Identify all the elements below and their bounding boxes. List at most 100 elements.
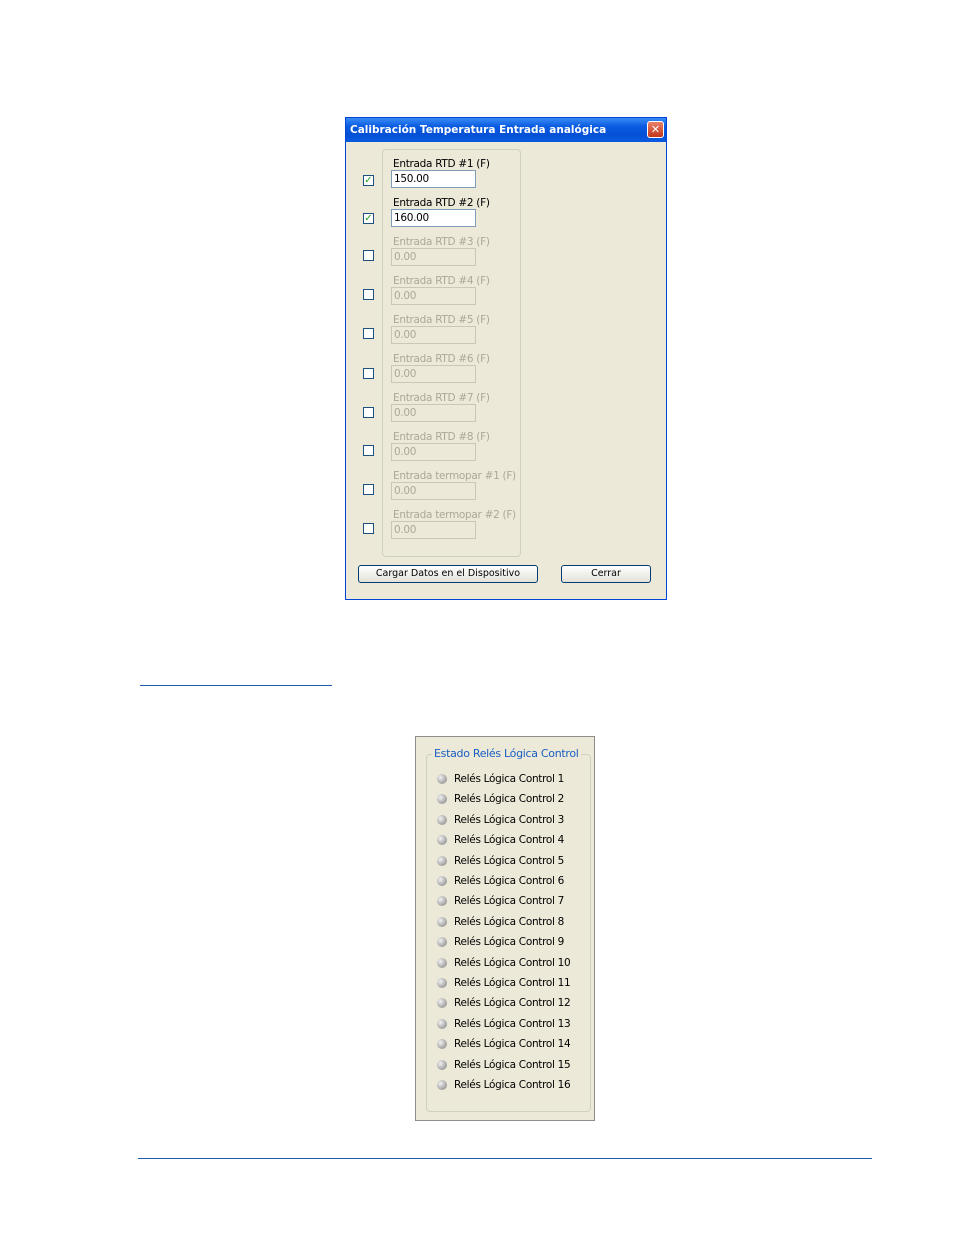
- dialog-titlebar[interactable]: Calibración Temperatura Entrada analógic…: [346, 118, 666, 142]
- enable-checkbox[interactable]: [363, 250, 374, 261]
- value-input: 0.00: [391, 248, 476, 266]
- value-input: 0.00: [391, 287, 476, 305]
- relay-item: Relés Lógica Control 7: [416, 894, 594, 912]
- enable-checkbox[interactable]: ✓: [363, 175, 374, 186]
- input-row: Entrada RTD #8 (F)0.00: [346, 431, 666, 470]
- input-row: Entrada RTD #5 (F)0.00: [346, 314, 666, 353]
- relay-item: Relés Lógica Control 13: [416, 1017, 594, 1035]
- footer-rule: [138, 1158, 872, 1159]
- close-button[interactable]: Cerrar: [561, 565, 651, 583]
- check-icon: ✓: [364, 213, 372, 224]
- relay-label: Relés Lógica Control 6: [454, 875, 564, 887]
- status-led-icon: [437, 856, 447, 866]
- relay-label: Relés Lógica Control 16: [454, 1079, 570, 1091]
- relay-item: Relés Lógica Control 12: [416, 996, 594, 1014]
- status-led-icon: [437, 978, 447, 988]
- input-label: Entrada termopar #1 (F): [393, 470, 516, 482]
- relay-label: Relés Lógica Control 11: [454, 977, 570, 989]
- relay-item: Relés Lógica Control 14: [416, 1037, 594, 1055]
- enable-checkbox[interactable]: [363, 289, 374, 300]
- value-input: 0.00: [391, 326, 476, 344]
- status-led-icon: [437, 1039, 447, 1049]
- input-label: Entrada RTD #5 (F): [393, 314, 490, 326]
- value-input[interactable]: 150.00: [391, 170, 476, 188]
- value-input: 0.00: [391, 365, 476, 383]
- input-row: Entrada RTD #4 (F)0.00: [346, 275, 666, 314]
- enable-checkbox[interactable]: [363, 368, 374, 379]
- relay-label: Relés Lógica Control 1: [454, 773, 564, 785]
- relay-label: Relés Lógica Control 4: [454, 834, 564, 846]
- link-underline: [140, 685, 332, 686]
- relay-item: Relés Lógica Control 1: [416, 772, 594, 790]
- status-led-icon: [437, 794, 447, 804]
- input-label: Entrada RTD #2 (F): [393, 197, 490, 209]
- relay-item: Relés Lógica Control 11: [416, 976, 594, 994]
- relay-label: Relés Lógica Control 3: [454, 814, 564, 826]
- relay-label: Relés Lógica Control 9: [454, 936, 564, 948]
- calibration-dialog: Calibración Temperatura Entrada analógic…: [345, 117, 667, 600]
- relay-label: Relés Lógica Control 15: [454, 1059, 570, 1071]
- dialog-title: Calibración Temperatura Entrada analógic…: [350, 124, 606, 136]
- input-label: Entrada RTD #1 (F): [393, 158, 490, 170]
- enable-checkbox[interactable]: [363, 484, 374, 495]
- status-led-icon: [437, 1080, 447, 1090]
- status-led-icon: [437, 917, 447, 927]
- input-label: Entrada RTD #3 (F): [393, 236, 490, 248]
- relay-label: Relés Lógica Control 5: [454, 855, 564, 867]
- value-input[interactable]: 160.00: [391, 209, 476, 227]
- input-row: Entrada RTD #7 (F)0.00: [346, 392, 666, 431]
- load-data-button[interactable]: Cargar Datos en el Dispositivo: [358, 565, 538, 583]
- relay-item: Relés Lógica Control 6: [416, 874, 594, 892]
- status-led-icon: [437, 896, 447, 906]
- enable-checkbox[interactable]: [363, 328, 374, 339]
- relay-item: Relés Lógica Control 4: [416, 833, 594, 851]
- input-row: ✓ Entrada RTD #1 (F)150.00: [346, 158, 666, 197]
- value-input: 0.00: [391, 482, 476, 500]
- status-led-icon: [437, 1019, 447, 1029]
- relay-label: Relés Lógica Control 7: [454, 895, 564, 907]
- input-row: ✓ Entrada RTD #2 (F)160.00: [346, 197, 666, 236]
- enable-checkbox[interactable]: [363, 523, 374, 534]
- relay-item: Relés Lógica Control 15: [416, 1058, 594, 1076]
- input-label: Entrada RTD #7 (F): [393, 392, 490, 404]
- input-row: Entrada RTD #6 (F)0.00: [346, 353, 666, 392]
- input-label: Entrada termopar #2 (F): [393, 509, 516, 521]
- relay-item: Relés Lógica Control 10: [416, 956, 594, 974]
- value-input: 0.00: [391, 404, 476, 422]
- close-icon[interactable]: ✕: [647, 121, 664, 138]
- input-label: Entrada RTD #6 (F): [393, 353, 490, 365]
- status-led-icon: [437, 958, 447, 968]
- relay-label: Relés Lógica Control 13: [454, 1018, 570, 1030]
- input-label: Entrada RTD #4 (F): [393, 275, 490, 287]
- relay-item: Relés Lógica Control 3: [416, 813, 594, 831]
- relay-label: Relés Lógica Control 8: [454, 916, 564, 928]
- value-input: 0.00: [391, 521, 476, 539]
- relay-legend: Estado Relés Lógica Control: [432, 747, 581, 760]
- relay-item: Relés Lógica Control 9: [416, 935, 594, 953]
- check-icon: ✓: [364, 175, 372, 186]
- relay-item: Relés Lógica Control 8: [416, 915, 594, 933]
- relay-label: Relés Lógica Control 14: [454, 1038, 570, 1050]
- input-label: Entrada RTD #8 (F): [393, 431, 490, 443]
- relay-label: Relés Lógica Control 10: [454, 957, 570, 969]
- input-row: Entrada RTD #3 (F)0.00: [346, 236, 666, 275]
- status-led-icon: [437, 1060, 447, 1070]
- relay-item: Relés Lógica Control 16: [416, 1078, 594, 1096]
- status-led-icon: [437, 774, 447, 784]
- value-input: 0.00: [391, 443, 476, 461]
- relay-item: Relés Lógica Control 2: [416, 792, 594, 810]
- input-row: Entrada termopar #2 (F)0.00: [346, 509, 666, 548]
- relay-item: Relés Lógica Control 5: [416, 854, 594, 872]
- relay-label: Relés Lógica Control 2: [454, 793, 564, 805]
- enable-checkbox[interactable]: [363, 407, 374, 418]
- input-row: Entrada termopar #1 (F)0.00: [346, 470, 666, 509]
- status-led-icon: [437, 815, 447, 825]
- status-led-icon: [437, 876, 447, 886]
- enable-checkbox[interactable]: [363, 445, 374, 456]
- enable-checkbox[interactable]: ✓: [363, 213, 374, 224]
- status-led-icon: [437, 937, 447, 947]
- status-led-icon: [437, 998, 447, 1008]
- relay-label: Relés Lógica Control 12: [454, 997, 570, 1009]
- relay-status-panel: Estado Relés Lógica Control Relés Lógica…: [415, 736, 595, 1121]
- status-led-icon: [437, 835, 447, 845]
